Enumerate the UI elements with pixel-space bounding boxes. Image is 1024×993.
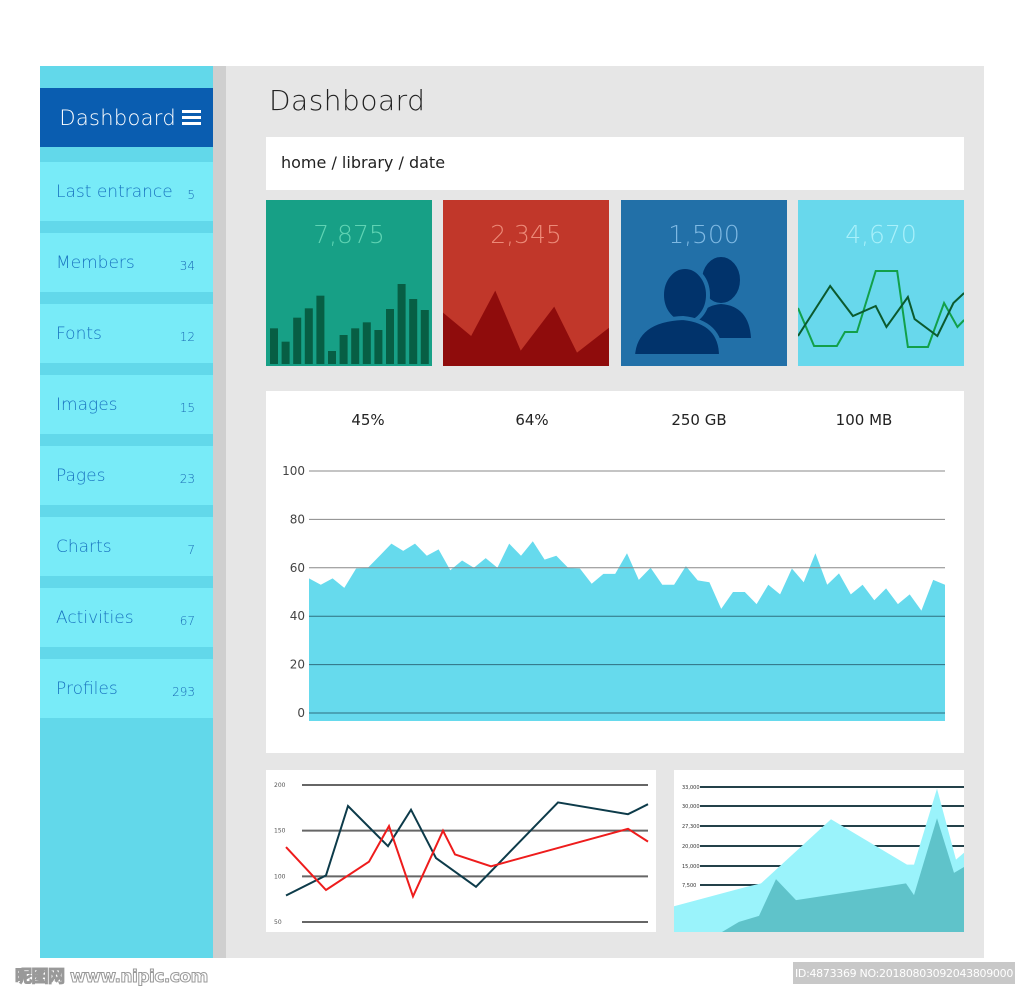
sidebar-item-label: Pages bbox=[56, 465, 106, 486]
stat-card-2[interactable]: 2,345 bbox=[443, 200, 609, 366]
area-chart-panel: 33,000 30,000 27,300 20,000 15,000 7,500 bbox=[674, 770, 964, 932]
y-tick-label: 15,000 bbox=[682, 864, 700, 870]
mini-bar bbox=[304, 308, 313, 364]
y-tick-label: 27,300 bbox=[682, 824, 700, 830]
y-tick-label: 7,500 bbox=[682, 883, 696, 889]
mini-bar bbox=[339, 335, 348, 364]
y-tick-label: 33,000 bbox=[682, 785, 700, 791]
mini-line bbox=[798, 270, 964, 348]
mini-bar bbox=[270, 328, 278, 364]
y-tick-label: 200 bbox=[274, 782, 286, 789]
sidebar-item-count: 34 bbox=[179, 259, 195, 273]
mini-bar bbox=[409, 299, 418, 364]
sidebar-item-count: 5 bbox=[187, 188, 195, 202]
sidebar-item-label: Images bbox=[56, 394, 118, 415]
sidebar-item-count: 15 bbox=[179, 401, 195, 415]
mini-bar bbox=[351, 328, 360, 364]
watermark-logo: 昵图网 www.nipic.com bbox=[15, 967, 209, 988]
sidebar-title: Dashboard bbox=[59, 105, 176, 130]
stat-card-1[interactable]: 7,875 bbox=[266, 200, 432, 366]
main-area-chart: 100 80 60 40 20 0 bbox=[282, 464, 945, 721]
sidebar-item-members[interactable]: Members 34 bbox=[40, 233, 213, 292]
y-tick-label: 100 bbox=[274, 873, 286, 880]
line-series-2 bbox=[285, 823, 649, 900]
mini-bar bbox=[281, 341, 290, 364]
mini-bar bbox=[362, 322, 371, 364]
breadcrumb[interactable]: home / library / date bbox=[266, 137, 964, 190]
stacked-area-chart: 33,000 30,000 27,300 20,000 15,000 7,500 bbox=[674, 785, 964, 932]
sidebar-scrollbar[interactable] bbox=[213, 66, 226, 958]
stat-card-3[interactable]: 1,500 bbox=[621, 200, 787, 366]
sidebar-item-charts[interactable]: Charts 7 bbox=[40, 517, 213, 576]
y-tick-label: 20,000 bbox=[682, 844, 700, 850]
sidebar-item-count: 7 bbox=[187, 543, 195, 557]
sidebar-item-label: Charts bbox=[56, 536, 112, 557]
sidebar-item-profiles[interactable]: Profiles 293 bbox=[40, 659, 213, 718]
stat-card-value: 1,500 bbox=[668, 220, 740, 249]
sidebar-item-label: Fonts bbox=[56, 323, 102, 344]
line-chart-panel: 200 150 100 50 bbox=[266, 770, 656, 932]
stat-card-value: 4,670 bbox=[845, 220, 917, 249]
sidebar-item-pages[interactable]: Pages 23 bbox=[40, 446, 213, 505]
mini-bar bbox=[328, 351, 336, 364]
sidebar-item-label: Profiles bbox=[56, 678, 118, 699]
sidebar-item-label: Last entrance bbox=[56, 181, 173, 202]
y-tick-label: 0 bbox=[297, 706, 305, 720]
mini-line bbox=[798, 284, 964, 338]
y-tick-label: 60 bbox=[290, 561, 305, 575]
users-icon bbox=[630, 253, 751, 358]
stat-card-value: 7,875 bbox=[313, 220, 385, 249]
mini-area bbox=[443, 290, 609, 366]
watermark-id: ID:4873369 NO:20180803092043809000 bbox=[793, 962, 1015, 984]
sidebar-item-last-entrance[interactable]: Last entrance 5 bbox=[40, 162, 213, 221]
y-tick-label: 100 bbox=[282, 464, 305, 478]
y-tick-label: 80 bbox=[290, 512, 305, 526]
y-tick-label: 50 bbox=[274, 919, 282, 926]
sidebar-item-label: Members bbox=[56, 252, 135, 273]
stat-card-value: 2,345 bbox=[490, 220, 562, 249]
y-tick-label: 20 bbox=[290, 658, 305, 672]
main-chart-panel: 45% 64% 250 GB 100 MB 100 80 60 40 20 0 bbox=[266, 391, 964, 753]
mini-bar bbox=[386, 309, 394, 364]
stat-card-4[interactable]: 4,670 bbox=[798, 200, 964, 366]
mini-bar bbox=[316, 295, 325, 364]
mini-bar bbox=[397, 284, 406, 364]
sidebar-item-count: 67 bbox=[179, 614, 195, 628]
mini-bar bbox=[420, 310, 429, 364]
y-tick-label: 150 bbox=[274, 828, 286, 835]
sidebar-header[interactable]: Dashboard bbox=[40, 88, 213, 147]
sidebar-item-label: Activities bbox=[56, 607, 134, 628]
sidebar-item-activities[interactable]: Activities 67 bbox=[40, 588, 213, 647]
hamburger-menu-icon[interactable] bbox=[182, 110, 201, 125]
sidebar-item-count: 293 bbox=[172, 685, 195, 699]
sidebar-item-count: 23 bbox=[179, 472, 195, 486]
page-title: Dashboard bbox=[269, 84, 426, 117]
sidebar-item-fonts[interactable]: Fonts 12 bbox=[40, 304, 213, 363]
mini-bar bbox=[293, 317, 302, 364]
line-chart: 200 150 100 50 bbox=[274, 782, 649, 926]
sidebar-item-count: 12 bbox=[179, 330, 195, 344]
sidebar-item-images[interactable]: Images 15 bbox=[40, 375, 213, 434]
y-tick-label: 40 bbox=[290, 609, 305, 623]
mini-bar bbox=[374, 330, 383, 364]
y-tick-label: 30,000 bbox=[682, 804, 700, 810]
